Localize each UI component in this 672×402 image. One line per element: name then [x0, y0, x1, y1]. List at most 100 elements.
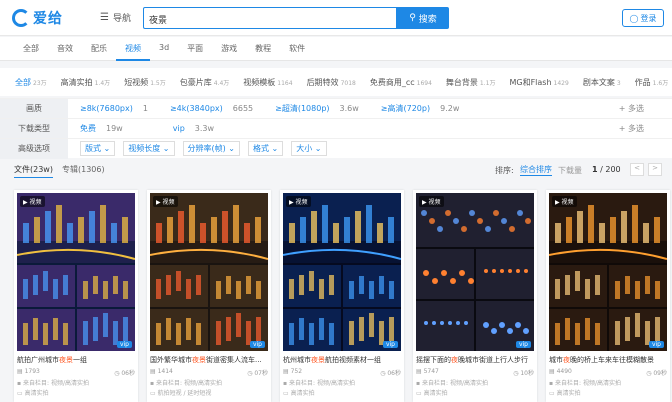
logo[interactable]: 爱给	[12, 8, 63, 28]
tab-tutorials[interactable]: 教程	[246, 37, 280, 61]
filter-option[interactable]: ≥高清(720p)	[381, 103, 430, 114]
subtab[interactable]: 作品 1.6万	[628, 77, 672, 88]
card-tag: ▭ 航拍短视 / 延时短视	[150, 390, 212, 397]
video-badge: ▶ 视频	[552, 196, 577, 207]
filter-option[interactable]: ≥4k(3840px)	[170, 104, 223, 113]
view-count-value: 4490	[556, 368, 572, 375]
select-label: 大小	[296, 144, 313, 153]
tab-games[interactable]: 游戏	[212, 37, 246, 61]
video-thumbnail[interactable]: ▶ 视频 vip	[416, 193, 534, 351]
next-page-button[interactable]: >	[648, 163, 662, 176]
video-badge: ▶ 视频	[153, 196, 178, 207]
vip-badge: vip	[116, 341, 132, 348]
tag-value: 高清实拍	[423, 390, 448, 397]
card-title[interactable]: 国外繁华城市夜景街道密集人流车...	[150, 355, 268, 365]
tab-all[interactable]: 全部	[14, 37, 48, 61]
subtab[interactable]: 视频模板 1164	[236, 77, 299, 88]
card-title[interactable]: 杭州城市夜景航拍视频素材一组	[283, 355, 401, 365]
view-count-value: 1414	[157, 368, 173, 375]
subtab[interactable]: 舞台背景 1.1万	[439, 77, 503, 88]
filter-option[interactable]: vip	[173, 124, 185, 133]
column-label: 来自栏目:	[22, 380, 50, 387]
file-format-select[interactable]: 格式 ⌄	[248, 141, 284, 156]
tab-3d[interactable]: 3d	[150, 37, 178, 61]
subtab-label: 免费商用_cc	[369, 77, 415, 87]
card-meta: ▤ 4490 ◷ 09秒	[549, 368, 667, 377]
vip-badge: vip	[515, 341, 531, 348]
subtab[interactable]: 全部 23万	[8, 77, 54, 88]
view-count: ▤ 1793	[17, 368, 40, 375]
video-thumbnail[interactable]: ▶ 视频 vip	[283, 193, 401, 351]
card-column: ▪ 来自栏目: 视频/高清实拍	[416, 380, 488, 387]
subtab[interactable]: 短视频 1.5万	[117, 77, 173, 88]
card-title[interactable]: 摇摆下面的夜晚城市街道上行人步行	[416, 355, 534, 365]
files-tab[interactable]: 文件(23w)	[14, 164, 53, 178]
filter-option[interactable]: 免费	[80, 123, 96, 134]
video-card[interactable]: ▶ 视频 vip 航拍广州城市夜景一组 ▤ 1793 ◷ 06秒 ▪ 来自栏目: …	[14, 190, 138, 402]
subtab-label: 包豪片库	[179, 77, 212, 87]
duration-value: 06秒	[121, 370, 135, 377]
sort-comprehensive[interactable]: 综合排序	[520, 164, 552, 176]
title-highlight: 夜景	[192, 356, 206, 364]
sort-downloads[interactable]: 下载量	[558, 165, 582, 176]
subtab[interactable]: 高清实拍 1.4万	[54, 77, 118, 88]
subtab-label: 高清实拍	[60, 77, 93, 87]
title-highlight: 夜	[563, 356, 570, 364]
search-button[interactable]: ⚲ 搜索	[397, 7, 449, 29]
subtab[interactable]: 后期特效 7018	[300, 77, 363, 88]
multi-select-button[interactable]: + 多选	[619, 103, 644, 114]
format-select[interactable]: 版式 ⌄	[80, 141, 116, 156]
filter-option[interactable]: ≥8k(7680px)	[80, 104, 133, 113]
card-meta: ▤ 752 ◷ 06秒	[283, 368, 401, 377]
view-count: ▤ 4490	[549, 368, 572, 375]
login-button[interactable]: ◯ 登录	[622, 9, 664, 27]
subtab-count: 1164	[277, 79, 293, 87]
video-card[interactable]: ▶ 视频 vip 摇摆下面的夜晚城市街道上行人步行 ▤ 5747 ◷ 10秒 ▪ …	[413, 190, 537, 402]
nav-menu-button[interactable]: ☰ 导航	[100, 11, 131, 24]
video-card[interactable]: ▶ 视频 vip 杭州城市夜景航拍视频素材一组 ▤ 752 ◷ 06秒 ▪ 来自栏…	[280, 190, 404, 402]
video-card[interactable]: ▶ 视频 vip 国外繁华城市夜景街道密集人流车... ▤ 1414 ◷ 07秒 …	[147, 190, 271, 402]
title-part: 航拍视频素材一组	[325, 356, 381, 364]
tab-software[interactable]: 软件	[280, 37, 314, 61]
search-input[interactable]: 夜景	[143, 7, 397, 29]
filter-label: 高级选项	[0, 138, 68, 159]
tag-value: 高清实拍	[24, 390, 49, 397]
subtab[interactable]: MG和Flash 1429	[502, 77, 575, 88]
resolution-select[interactable]: 分辨率(帧) ⌄	[182, 141, 240, 156]
duration-value: 06秒	[387, 370, 401, 377]
filter-row-advanced: 高级选项 版式 ⌄ 视频长度 ⌄ 分辨率(帧) ⌄ 格式 ⌄ 大小 ⌄	[0, 138, 672, 159]
column-value: 视频/高清实拍	[183, 380, 222, 387]
view-count-value: 5747	[423, 368, 439, 375]
column-value: 视频/高清实拍	[316, 380, 355, 387]
albums-tab[interactable]: 专辑(1306)	[62, 164, 105, 175]
column-value: 视频/高清实拍	[449, 380, 488, 387]
filter-label: 画质	[0, 98, 68, 119]
multi-select-button[interactable]: + 多选	[619, 123, 644, 134]
tag-value: 高清实拍	[556, 390, 581, 397]
tab-sound-effects[interactable]: 音效	[48, 37, 82, 61]
tab-video[interactable]: 视频	[116, 37, 150, 61]
subtab-count: 1429	[553, 79, 569, 87]
video-thumbnail[interactable]: ▶ 视频 vip	[549, 193, 667, 351]
view-count-value: 752	[290, 368, 303, 375]
card-tag: ▭ 高清实拍	[17, 390, 49, 397]
title-part: 摇摆下面的	[416, 356, 451, 364]
tab-music[interactable]: 配乐	[82, 37, 116, 61]
badge-label: 视频	[162, 199, 175, 206]
card-meta: ▤ 5747 ◷ 10秒	[416, 368, 534, 377]
length-select[interactable]: 视频长度 ⌄	[123, 141, 175, 156]
video-card[interactable]: ▶ 视频 vip 城市夜晚的桥上车来车往模糊散景 ▤ 4490 ◷ 09秒 ▪ 来…	[546, 190, 670, 402]
tab-graphic[interactable]: 平面	[178, 37, 212, 61]
subtab-count: 7018	[340, 79, 356, 87]
subtab[interactable]: 免费商用_cc 1694	[363, 77, 439, 88]
card-title[interactable]: 城市夜晚的桥上车来车往模糊散景	[549, 355, 667, 365]
subtab[interactable]: 剧本文案 3	[576, 77, 628, 88]
card-title[interactable]: 航拍广州城市夜景一组	[17, 355, 135, 365]
subtab-label: 视频模板	[243, 77, 276, 87]
video-thumbnail[interactable]: ▶ 视频 vip	[150, 193, 268, 351]
prev-page-button[interactable]: <	[630, 163, 644, 176]
video-thumbnail[interactable]: ▶ 视频 vip	[17, 193, 135, 351]
size-select[interactable]: 大小 ⌄	[291, 141, 327, 156]
filter-option[interactable]: ≥超清(1080p)	[275, 103, 329, 114]
subtab[interactable]: 包豪片库 4.4万	[173, 77, 237, 88]
